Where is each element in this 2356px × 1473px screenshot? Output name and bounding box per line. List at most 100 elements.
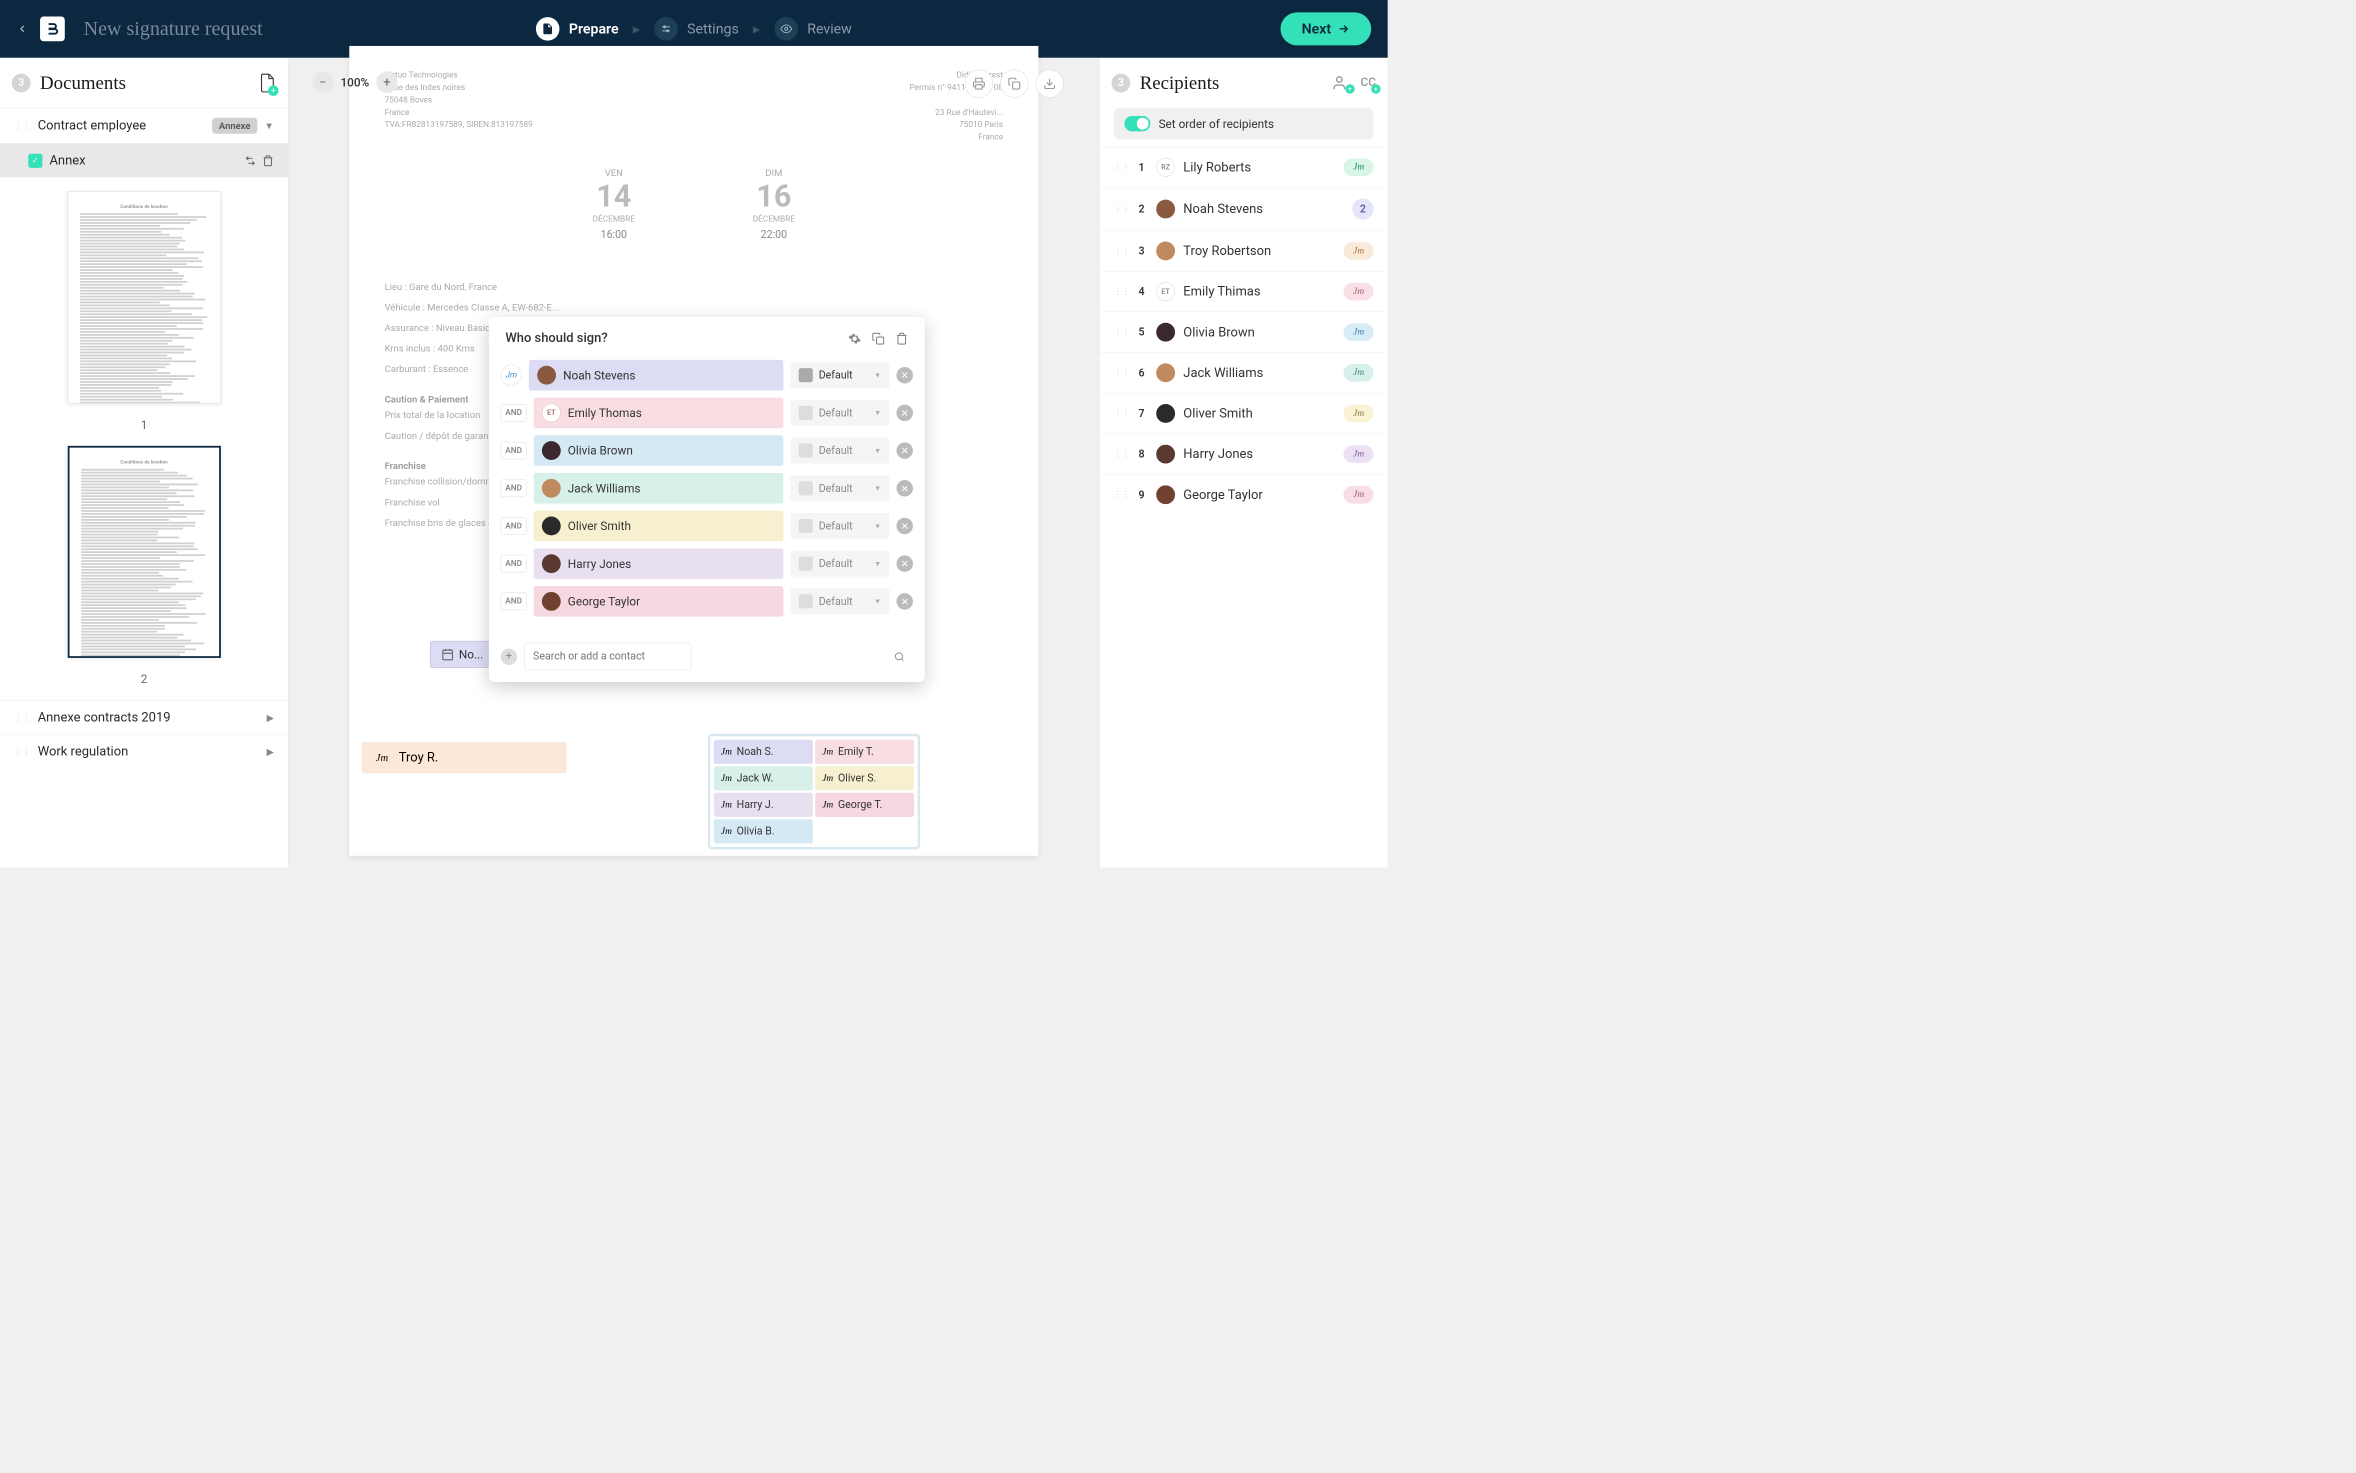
step-settings[interactable]: Settings bbox=[654, 17, 739, 41]
default-select[interactable]: Default ▼ bbox=[790, 362, 889, 388]
doc-contract-employee[interactable]: ⋮⋮ Contract employee Annexe ▼ bbox=[0, 108, 288, 143]
signer-name-box[interactable]: Olivia Brown bbox=[534, 435, 784, 466]
drag-handle-icon[interactable]: ⋮⋮ bbox=[14, 713, 30, 722]
chevron-right-icon[interactable]: ▶ bbox=[267, 746, 274, 757]
signer-row: AND George Taylor Default ▼ ✕ bbox=[501, 586, 913, 617]
recipient-row[interactable]: ⋮⋮ 5 Olivia Brown Jm bbox=[1100, 312, 1388, 353]
drag-handle-icon[interactable]: ⋮⋮ bbox=[1114, 287, 1130, 296]
recipient-num: 9 bbox=[1139, 489, 1148, 501]
doc-work-regulation[interactable]: ⋮⋮ Work regulation ▶ bbox=[0, 734, 288, 768]
page-title: New signature request bbox=[84, 18, 263, 40]
drag-handle-icon[interactable]: ⋮⋮ bbox=[1114, 246, 1130, 255]
doc-annex[interactable]: ✓ Annex bbox=[0, 143, 288, 177]
default-label: Default bbox=[819, 444, 869, 456]
recipient-row[interactable]: ⋮⋮ 3 Troy Robertson Jm bbox=[1100, 230, 1388, 271]
swap-icon[interactable] bbox=[244, 155, 256, 167]
page-thumb-1[interactable]: Conditions de location bbox=[67, 191, 220, 403]
recipient-num: 3 bbox=[1139, 245, 1148, 257]
signature-field-noah[interactable]: No... bbox=[430, 641, 494, 668]
default-select[interactable]: Default ▼ bbox=[790, 513, 889, 539]
signature-badge: Jm bbox=[1344, 242, 1374, 260]
drag-handle-icon[interactable]: ⋮⋮ bbox=[1114, 163, 1130, 172]
drag-handle-icon[interactable]: ⋮⋮ bbox=[1114, 449, 1130, 458]
remove-signer-button[interactable]: ✕ bbox=[896, 555, 912, 571]
signer-name-box[interactable]: Harry Jones bbox=[534, 548, 784, 579]
next-button[interactable]: Next bbox=[1280, 12, 1371, 45]
chevron-down-icon[interactable]: ▼ bbox=[265, 120, 274, 132]
remove-signer-button[interactable]: ✕ bbox=[896, 442, 912, 458]
avatar bbox=[542, 441, 561, 460]
signature-field-troy[interactable]: Jm Troy R. bbox=[362, 742, 567, 773]
recipient-row[interactable]: ⋮⋮ 8 Harry Jones Jm bbox=[1100, 434, 1388, 475]
search-contact-input[interactable] bbox=[524, 643, 691, 671]
default-label: Default bbox=[819, 369, 869, 381]
recipient-row[interactable]: ⋮⋮ 7 Oliver Smith Jm bbox=[1100, 393, 1388, 434]
recipient-row[interactable]: ⋮⋮ 2 Noah Stevens 2 bbox=[1100, 187, 1388, 230]
signer-name-box[interactable]: Jack Williams bbox=[534, 473, 784, 504]
recipient-num: 7 bbox=[1139, 407, 1148, 419]
signer-name-box[interactable]: Oliver Smith bbox=[534, 511, 784, 542]
step-review[interactable]: Review bbox=[774, 17, 852, 41]
signature-grid-item[interactable]: JmJack W. bbox=[714, 766, 813, 790]
remove-signer-button[interactable]: ✕ bbox=[896, 518, 912, 534]
signer-name: Emily Thomas bbox=[568, 406, 642, 420]
app-logo[interactable] bbox=[40, 16, 65, 41]
remove-signer-button[interactable]: ✕ bbox=[896, 480, 912, 496]
zoom-out-button[interactable]: − bbox=[312, 72, 333, 93]
remove-signer-button[interactable]: ✕ bbox=[896, 405, 912, 421]
signer-name-box[interactable]: ET Emily Thomas bbox=[534, 398, 784, 429]
drag-handle-icon[interactable]: ⋮⋮ bbox=[1114, 204, 1130, 213]
signer-name-box[interactable]: George Taylor bbox=[534, 586, 784, 617]
signature-grid-item[interactable]: JmOliver S. bbox=[815, 766, 914, 790]
step-prepare[interactable]: Prepare bbox=[536, 17, 619, 41]
zoom-in-button[interactable]: + bbox=[376, 72, 397, 93]
drag-handle-icon[interactable]: ⋮⋮ bbox=[1114, 490, 1130, 499]
signature-grid-item[interactable]: JmOlivia B. bbox=[714, 819, 813, 843]
avatar bbox=[537, 366, 556, 385]
add-recipient-button[interactable] bbox=[1333, 75, 1349, 91]
default-select[interactable]: Default ▼ bbox=[790, 400, 889, 426]
recipient-row[interactable]: ⋮⋮ 1 RZ Lily Roberts Jm bbox=[1100, 147, 1388, 188]
chevron-right-icon[interactable]: ▶ bbox=[267, 712, 274, 723]
default-select[interactable]: Default ▼ bbox=[790, 438, 889, 464]
signature-icon: Jm bbox=[721, 826, 732, 837]
add-cc-button[interactable]: CC bbox=[1361, 75, 1376, 91]
avatar bbox=[1156, 241, 1175, 260]
recipient-row[interactable]: ⋮⋮ 6 Jack Williams Jm bbox=[1100, 352, 1388, 393]
signature-grid-item[interactable]: JmHarry J. bbox=[714, 793, 813, 817]
doc-annexe-contracts[interactable]: ⋮⋮ Annexe contracts 2019 ▶ bbox=[0, 700, 288, 734]
recipient-row[interactable]: ⋮⋮ 4 ET Emily Thimas Jm bbox=[1100, 271, 1388, 312]
default-select[interactable]: Default ▼ bbox=[790, 588, 889, 614]
drag-handle-icon[interactable]: ⋮⋮ bbox=[14, 747, 30, 756]
default-select[interactable]: Default ▼ bbox=[790, 475, 889, 501]
signature-grid-item[interactable]: JmGeorge T. bbox=[815, 793, 914, 817]
trash-icon[interactable] bbox=[895, 332, 908, 345]
add-signer-button[interactable]: + bbox=[501, 648, 517, 664]
copy-icon[interactable] bbox=[872, 332, 885, 345]
back-arrow-icon[interactable] bbox=[16, 23, 28, 35]
page-thumb-2[interactable]: Conditions de location bbox=[67, 446, 220, 658]
signature-grid-item[interactable]: JmNoah S. bbox=[714, 740, 813, 764]
download-button[interactable] bbox=[1035, 70, 1063, 98]
add-document-button[interactable] bbox=[259, 72, 277, 93]
recipient-row[interactable]: ⋮⋮ 9 George Taylor Jm bbox=[1100, 474, 1388, 515]
recipient-name: Olivia Brown bbox=[1183, 325, 1335, 340]
print-button[interactable] bbox=[965, 70, 993, 98]
signer-name-box[interactable]: Noah Stevens bbox=[529, 360, 783, 391]
remove-signer-button[interactable]: ✕ bbox=[896, 367, 912, 383]
gear-icon[interactable] bbox=[848, 332, 861, 345]
remove-signer-button[interactable]: ✕ bbox=[896, 593, 912, 609]
drag-handle-icon[interactable]: ⋮⋮ bbox=[1114, 368, 1130, 377]
chevron-down-icon: ▼ bbox=[874, 446, 881, 454]
default-select[interactable]: Default ▼ bbox=[790, 551, 889, 577]
and-badge: AND bbox=[501, 404, 527, 422]
trash-icon[interactable] bbox=[262, 155, 274, 167]
order-toggle[interactable] bbox=[1124, 116, 1150, 131]
drag-handle-icon[interactable]: ⋮⋮ bbox=[14, 121, 30, 130]
drag-handle-icon[interactable]: ⋮⋮ bbox=[1114, 409, 1130, 418]
drag-handle-icon[interactable]: ⋮⋮ bbox=[1114, 327, 1130, 336]
checkbox-checked-icon[interactable]: ✓ bbox=[28, 153, 42, 167]
copy-button[interactable] bbox=[1000, 70, 1028, 98]
signature-badge: Jm bbox=[1344, 283, 1374, 301]
signature-grid-item[interactable]: JmEmily T. bbox=[815, 740, 914, 764]
